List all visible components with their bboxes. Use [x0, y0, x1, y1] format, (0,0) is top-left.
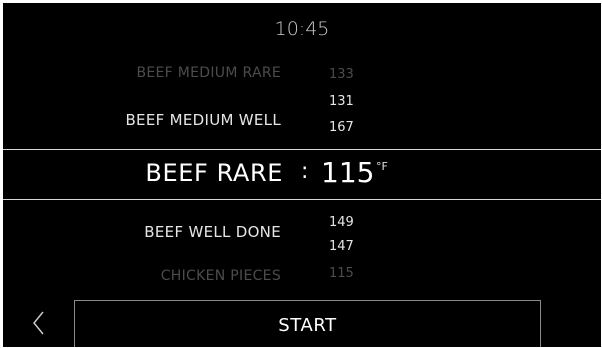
picker-item-name: CHICKEN PIECES — [160, 268, 281, 284]
selected-item-name: BEEF RARE — [145, 159, 283, 187]
picker-item-name: BEEF MEDIUM WELL — [125, 111, 281, 129]
selected-item-value: 115 — [321, 156, 375, 189]
oven-screen: 10:45 BEEF MEDIUM RARE 133 131 BEEF MEDI… — [3, 3, 601, 347]
picker-item-value-only[interactable]: 147 — [3, 239, 601, 257]
picker-item-value: 167 — [329, 120, 354, 135]
picker-item-value: 133 — [329, 67, 354, 82]
picker-item-value: 131 — [329, 94, 354, 109]
selected-separator: : — [301, 159, 309, 184]
chevron-left-icon — [33, 311, 44, 335]
picker-item[interactable]: BEEF MEDIUM RARE 133 — [3, 65, 601, 85]
picker-item-name: BEEF MEDIUM RARE — [136, 65, 281, 81]
back-button[interactable] — [28, 308, 54, 338]
picker-item-value-only[interactable]: 131 — [3, 94, 601, 112]
picker-item[interactable]: BEEF WELL DONE 149 — [3, 214, 601, 241]
clock: 10:45 — [274, 18, 330, 40]
start-button[interactable]: START — [74, 300, 541, 347]
picker-item-value: 115 — [329, 266, 354, 281]
picker-item[interactable]: BEEF MEDIUM WELL 167 — [3, 111, 601, 137]
picker-item-value: 149 — [329, 215, 354, 230]
picker-item-value: 147 — [329, 239, 354, 254]
picker-item[interactable]: CHICKEN PIECES 115 — [3, 266, 601, 286]
selected-row[interactable]: BEEF RARE : 115 °F — [3, 149, 601, 200]
temperature-unit: °F — [376, 160, 388, 173]
